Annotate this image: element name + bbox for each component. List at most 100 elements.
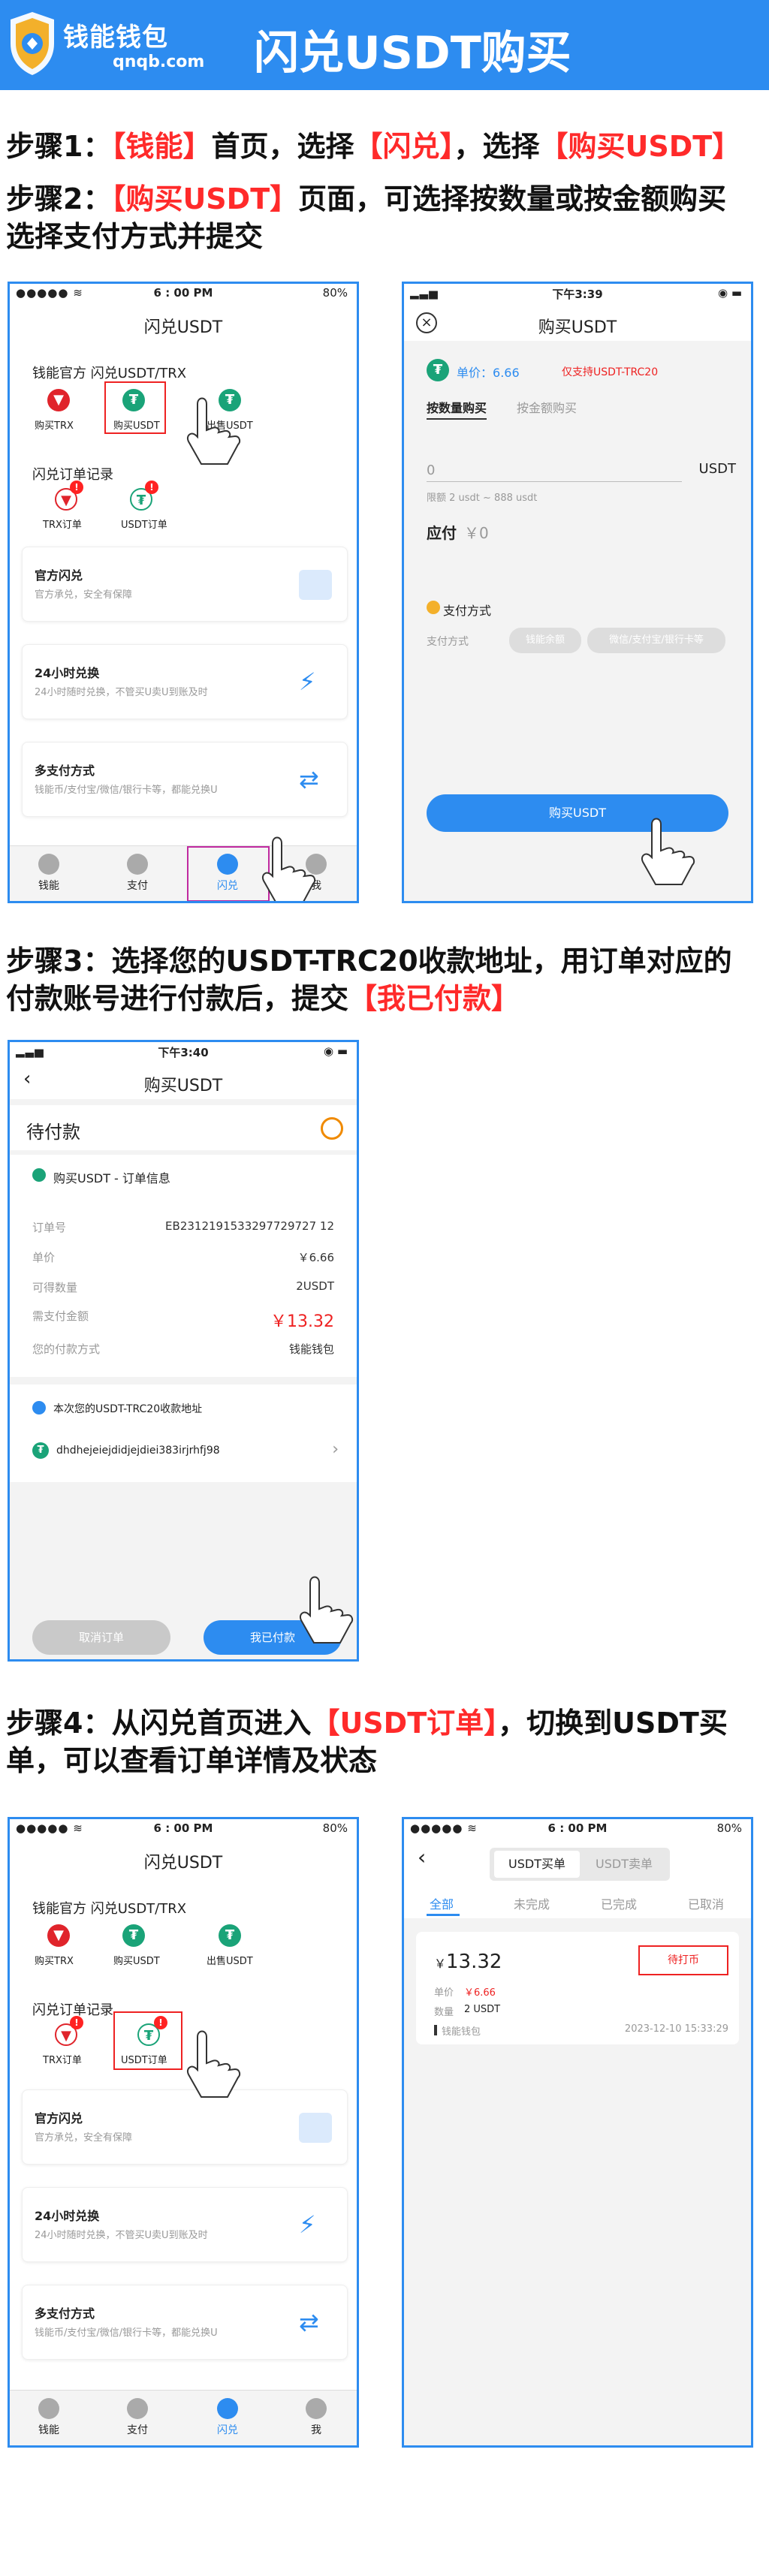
payment-icon bbox=[427, 601, 440, 614]
method-marker-icon bbox=[434, 2025, 437, 2035]
lightning-icon: ⚡ bbox=[299, 667, 316, 696]
usdt-order-label[interactable]: USDT订单 bbox=[121, 517, 167, 531]
trx-icon: ▼ bbox=[47, 389, 70, 411]
step-3-text: 步骤3：选择您的USDT-TRC20收款地址，用订单对应的 bbox=[6, 945, 732, 978]
feature-card-24h: 24小时兑换 24小时随时兑换，不管买U卖U到账及时 ⚡ bbox=[22, 644, 348, 719]
shield-icon bbox=[299, 2113, 332, 2143]
buy-usdt-label[interactable]: 购买USDT bbox=[113, 1953, 160, 1967]
tab-me[interactable]: 我 bbox=[294, 2398, 339, 2437]
filter-incomplete[interactable]: 未完成 bbox=[514, 1894, 550, 1912]
unit-label: USDT bbox=[698, 461, 736, 477]
header-banner: 钱能钱包 qnqb.com 闪兑USDT购买 bbox=[0, 0, 769, 90]
cancel-order-button[interactable]: 取消订单 bbox=[32, 1620, 170, 1655]
screen-title: 闪兑USDT bbox=[143, 1854, 223, 1872]
step-1-text: 步骤1：【钱能】首页，选择【闪兑】，选择【购买USDT】 bbox=[6, 130, 741, 163]
trx-order-label[interactable]: TRX订单 bbox=[43, 517, 82, 531]
bottom-tab-bar: 钱能 支付 闪兑 我 bbox=[10, 2390, 357, 2445]
quantity-input[interactable]: 0 bbox=[427, 462, 682, 482]
order-qty: 2 USDT bbox=[464, 2004, 501, 2015]
page-title: 闪兑USDT购买 bbox=[254, 27, 571, 80]
row-pay-method: 您的付款方式 钱能钱包 bbox=[32, 1342, 334, 1356]
highlight-usdt-order bbox=[113, 2011, 182, 2070]
tab-pay[interactable]: 支付 bbox=[115, 2398, 160, 2437]
tab-wallet[interactable]: 钱能 bbox=[26, 2398, 71, 2437]
support-note: 仅支持USDT-TRC20 bbox=[562, 366, 659, 378]
trx-icon: ▼ bbox=[47, 1924, 70, 1947]
yen-icon bbox=[127, 2398, 148, 2419]
order-info-title: 购买USDT - 订单信息 bbox=[53, 1171, 170, 1186]
pointer-hand-icon bbox=[641, 818, 695, 885]
method-wallet-balance[interactable]: 钱能余额 bbox=[509, 628, 581, 653]
phone-pending-payment: ▂▃▅ 下午3:40 ◉ ▬ ‹ 购买USDT 待付款 购买USDT - 订单信… bbox=[8, 1040, 359, 1662]
tab-by-quantity[interactable]: 按数量购买 bbox=[427, 398, 487, 420]
usdt-icon: ₮ bbox=[427, 359, 449, 381]
order-method: 钱能钱包 bbox=[442, 2026, 481, 2038]
seg-buy-orders[interactable]: USDT买单 bbox=[494, 1851, 580, 1878]
usdt-sell-icon: ₮ bbox=[219, 1924, 241, 1947]
feature-card-24h: 24小时兑换 24小时随时兑换，不管买U卖U到账及时 ⚡ bbox=[22, 2187, 348, 2262]
highlight-buy-usdt bbox=[104, 381, 166, 434]
profile-icon bbox=[306, 2398, 327, 2419]
section-official-exchange: 钱能官方 闪兑USDT/TRX bbox=[32, 366, 187, 381]
address-title: 本次您的USDT-TRC20收款地址 bbox=[53, 1403, 203, 1415]
order-qty-label: 数量 bbox=[434, 2007, 454, 2018]
status-bar: ●●●●● ≋ 6 : 00 PM 80% bbox=[16, 1821, 348, 1835]
headset-icon[interactable] bbox=[321, 1117, 343, 1140]
sell-usdt-label[interactable]: 出售USDT bbox=[207, 1953, 253, 1967]
address-card bbox=[10, 1384, 357, 1482]
row-order-no: 订单号 EB2312191533297729727 12 bbox=[32, 1219, 334, 1234]
chevron-right-icon[interactable]: › bbox=[332, 1440, 339, 1459]
tab-wallet[interactable]: 钱能 bbox=[26, 854, 71, 893]
status-bar: ●●●●● ≋ 6 : 00 PM 80% bbox=[16, 286, 348, 300]
step-2-text-line2: 选择支付方式并提交 bbox=[6, 220, 264, 253]
exchange-arrows-icon: ⇄ bbox=[299, 2308, 319, 2336]
buy-trx-label[interactable]: 购买TRX bbox=[35, 1953, 74, 1967]
usdt-address-icon: ₮ bbox=[32, 1442, 49, 1459]
status-bar: ▂▃▅ 下午3:40 ◉ ▬ bbox=[10, 1042, 357, 1059]
phone-order-list: ●●●●● ≋ 6 : 00 PM 80% ‹ USDT买单 USDT卖单 全部… bbox=[402, 1817, 753, 2448]
seg-sell-orders[interactable]: USDT卖单 bbox=[581, 1851, 667, 1878]
screen-title: 购买USDT bbox=[143, 1077, 223, 1095]
row-quantity: 可得数量 2USDT bbox=[32, 1279, 334, 1294]
method-wechat-alipay[interactable]: 微信/支付宝/银行卡等 bbox=[587, 628, 725, 653]
pointer-hand-icon-2 bbox=[262, 836, 316, 901]
trx-order-label[interactable]: TRX订单 bbox=[43, 2052, 82, 2066]
pointer-hand-icon bbox=[187, 397, 241, 465]
active-tab-indicator bbox=[427, 1914, 460, 1916]
tab-by-amount[interactable]: 按金额购买 bbox=[517, 398, 577, 416]
unit-price: 单价：6.66 bbox=[457, 366, 520, 380]
payable-label: 应付 bbox=[427, 524, 457, 542]
logo-text: 钱能钱包 bbox=[63, 23, 168, 53]
usdt-small-icon bbox=[32, 1168, 46, 1182]
screen-title: 购买USDT bbox=[538, 318, 617, 337]
order-amount: ￥13.32 bbox=[434, 1951, 502, 1973]
filter-cancelled[interactable]: 已取消 bbox=[688, 1894, 724, 1912]
filter-all[interactable]: 全部 bbox=[430, 1894, 454, 1912]
tab-pay[interactable]: 支付 bbox=[115, 854, 160, 893]
order-price: ￥6.66 bbox=[464, 1987, 496, 1999]
order-time: 2023-12-10 15:33:29 bbox=[624, 2023, 728, 2035]
section-official-exchange: 钱能官方 闪兑USDT/TRX bbox=[32, 1901, 187, 1917]
step-4-text-line2: 单，可以查看订单详情及状态 bbox=[6, 1744, 378, 1777]
step-3-text-line2: 付款账号进行付款后，提交【我已付款】 bbox=[6, 982, 520, 1015]
payment-section-title: 支付方式 bbox=[443, 604, 492, 618]
buy-trx-label[interactable]: 购买TRX bbox=[35, 417, 74, 432]
tab-exchange[interactable]: 闪兑 bbox=[205, 2398, 250, 2437]
feature-card-payment: 多支付方式 钱能币/支付宝/微信/银行卡等，都能兑换U ⇄ bbox=[22, 742, 348, 817]
usdt-address[interactable]: dhdhejeiejdidjejdiei383irjrhfj98 bbox=[56, 1445, 220, 1457]
order-status-badge: 待打币 bbox=[638, 1945, 728, 1975]
row-unit-price: 单价 ￥6.66 bbox=[32, 1251, 334, 1264]
feature-card-official: 官方闪兑 官方承兑，安全有保障 bbox=[22, 547, 348, 622]
step-2-text: 步骤2：【购买USDT】页面，可选择按数量或按金额购买 bbox=[6, 182, 727, 215]
phone-flash-home-2: ●●●●● ≋ 6 : 00 PM 80% 闪兑USDT 钱能官方 闪兑USDT… bbox=[8, 1817, 359, 2448]
filter-complete[interactable]: 已完成 bbox=[601, 1894, 637, 1912]
limit-text: 限额 2 usdt ~ 888 usdt bbox=[427, 493, 538, 504]
phone-buy-usdt: ▂▃▅ 下午3:39 ◉ ▬ × 购买USDT ₮ 单价：6.66 仅支持USD… bbox=[402, 282, 753, 903]
order-price-label: 单价 bbox=[434, 1987, 454, 1999]
yen-icon bbox=[127, 854, 148, 875]
lightning-icon: ⚡ bbox=[299, 2210, 316, 2239]
status-bar: ●●●●● ≋ 6 : 00 PM 80% bbox=[404, 1819, 751, 1836]
back-chevron-icon[interactable]: ‹ bbox=[418, 1845, 426, 1869]
lightning-tab-icon bbox=[217, 2398, 238, 2419]
exchange-arrows-icon: ⇄ bbox=[299, 765, 319, 794]
